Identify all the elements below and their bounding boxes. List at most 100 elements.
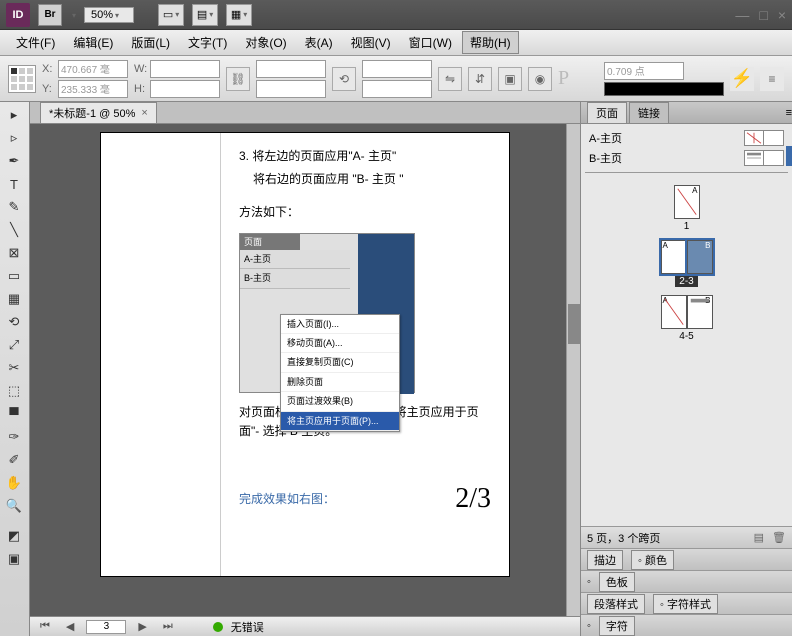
instruction-line2: 将右边的页面应用 "B- 主页 " xyxy=(253,170,491,189)
master-b-label: B-主页 xyxy=(589,150,622,166)
delete-page-icon[interactable]: 🗑 xyxy=(772,531,786,544)
instruction-line1: 将左边的页面应用"A- 主页" xyxy=(252,149,396,163)
scale-tool[interactable]: ⤢ xyxy=(2,334,26,356)
minimize-button[interactable]: — xyxy=(735,7,749,23)
free-transform-tool[interactable]: ⬚ xyxy=(2,380,26,402)
master-a-label: A-主页 xyxy=(589,130,622,146)
app-logo-indesign: ID xyxy=(6,3,30,27)
reference-point[interactable] xyxy=(8,65,36,93)
menu-file[interactable]: 文件(F) xyxy=(8,31,63,54)
select-container-icon[interactable]: ▣ xyxy=(498,67,522,91)
list-number: 3. xyxy=(239,149,249,163)
fill-swatch[interactable] xyxy=(604,82,724,96)
close-button[interactable]: × xyxy=(778,7,786,23)
tab-char-style[interactable]: ◦ 字符样式 xyxy=(653,594,718,614)
pen-tool[interactable]: ✒ xyxy=(2,150,26,172)
context-menu-screenshot: 插入页面(I)... 移动页面(A)... 直接复制页面(C) 删除页面 页面过… xyxy=(280,314,400,432)
direct-selection-tool[interactable]: ▹ xyxy=(2,127,26,149)
quick-apply-icon[interactable]: ⚡ xyxy=(730,67,754,91)
scale-y-input[interactable] xyxy=(256,80,326,98)
menu-layout[interactable]: 版面(L) xyxy=(123,31,178,54)
type-tool[interactable]: T xyxy=(2,173,26,195)
h-input[interactable] xyxy=(150,80,220,98)
master-a-row[interactable]: A-主页 xyxy=(585,128,788,148)
next-page-button[interactable]: ▶ xyxy=(134,620,150,633)
zoom-select[interactable]: 50% xyxy=(84,7,134,23)
menu-view[interactable]: 视图(V) xyxy=(343,31,399,54)
line-tool[interactable]: ╲ xyxy=(2,219,26,241)
canvas[interactable]: 3. 将左边的页面应用"A- 主页" 将右边的页面应用 "B- 主页 " 方法如… xyxy=(30,124,580,616)
embedded-panel-screenshot: 页面 A-主页 B-主页 插入页面(I)... 移动页面(A)... 直接复制页… xyxy=(239,233,415,393)
menu-edit[interactable]: 编辑(E) xyxy=(65,31,121,54)
select-content-icon[interactable]: ◉ xyxy=(528,67,552,91)
window-controls: — □ × xyxy=(735,7,786,23)
page-thumb-2-3[interactable]: A B 2-3 xyxy=(661,240,713,287)
stroke-weight-input[interactable]: 0.709 点 xyxy=(604,62,684,80)
document-tab[interactable]: *未标题-1 @ 50% × xyxy=(40,102,157,124)
master-b-row[interactable]: B-主页 xyxy=(585,148,788,168)
panel-menu-icon[interactable]: ≡ xyxy=(760,67,784,91)
eyedropper-tool[interactable]: ✐ xyxy=(2,449,26,471)
x-input[interactable]: 470.667 毫 xyxy=(58,60,128,78)
workspace-button[interactable]: ▦ xyxy=(226,4,252,26)
tab-character[interactable]: 字符 xyxy=(599,616,635,636)
scale-x-input[interactable] xyxy=(256,60,326,78)
pencil-tool[interactable]: ✎ xyxy=(2,196,26,218)
menu-window[interactable]: 窗口(W) xyxy=(401,31,460,54)
stroke-color-panel[interactable]: 描边 ◦ 颜色 xyxy=(581,548,792,570)
selection-tool[interactable]: ▸ xyxy=(2,104,26,126)
toolbox: ▸ ▹ ✒ T ✎ ╲ ⊠ ▭ ▦ ⟲ ⤢ ✂ ⬚ ▀ ✑ ✐ ✋ 🔍 ◩ ▣ xyxy=(0,102,30,636)
rotate-input[interactable] xyxy=(362,60,432,78)
fill-stroke-swap[interactable]: ◩ xyxy=(2,525,26,547)
menu-type[interactable]: 文字(T) xyxy=(180,31,235,54)
bridge-button[interactable]: Br xyxy=(38,4,62,26)
note-tool[interactable]: ✑ xyxy=(2,426,26,448)
bridge-dropdown[interactable] xyxy=(70,9,76,21)
character-panel[interactable]: ◦字符 xyxy=(581,614,792,636)
menu-table[interactable]: 表(A) xyxy=(297,31,341,54)
y-input[interactable]: 235.333 毫 xyxy=(58,80,128,98)
prev-page-button[interactable]: ◀ xyxy=(62,620,78,633)
rectangle-frame-tool[interactable]: ⊠ xyxy=(2,242,26,264)
first-page-button[interactable]: ⏮ xyxy=(36,620,54,633)
page-number-field[interactable] xyxy=(86,620,126,634)
tab-para-style[interactable]: 段落样式 xyxy=(587,594,645,614)
rotate-icon[interactable]: ⟲ xyxy=(332,67,356,91)
page-thumb-4-5[interactable]: A B 4-5 xyxy=(661,295,713,342)
tab-links[interactable]: 链接 xyxy=(629,102,669,124)
rotate-tool[interactable]: ⟲ xyxy=(2,311,26,333)
menu-help[interactable]: 帮助(H) xyxy=(462,31,519,54)
h-label: H: xyxy=(134,83,148,95)
styles-panel[interactable]: 段落样式 ◦ 字符样式 xyxy=(581,592,792,614)
page-fraction: 2/3 xyxy=(455,477,491,522)
gradient-tool[interactable]: ▀ xyxy=(2,403,26,425)
zoom-tool[interactable]: 🔍 xyxy=(2,495,26,517)
swatches-panel[interactable]: ◦色板 xyxy=(581,570,792,592)
flip-v-icon[interactable]: ⇵ xyxy=(468,67,492,91)
constrain-icon[interactable]: ⛓ xyxy=(226,67,250,91)
tab-stroke[interactable]: 描边 xyxy=(587,550,623,570)
rectangle-tool[interactable]: ▭ xyxy=(2,265,26,287)
arrange-button[interactable]: ▤ xyxy=(192,4,218,26)
tab-swatches[interactable]: 色板 xyxy=(599,572,635,592)
panel-menu-icon[interactable]: ≡ xyxy=(786,107,792,119)
flip-h-icon[interactable]: ⇋ xyxy=(438,67,462,91)
shear-input[interactable] xyxy=(362,80,432,98)
vertical-scrollbar[interactable] xyxy=(566,124,580,616)
table-tool[interactable]: ▦ xyxy=(2,288,26,310)
menu-object[interactable]: 对象(O) xyxy=(237,31,294,54)
page-left[interactable] xyxy=(101,133,221,576)
scissors-tool[interactable]: ✂ xyxy=(2,357,26,379)
view-mode-toggle[interactable]: ▣ xyxy=(2,548,26,570)
tab-pages[interactable]: 页面 xyxy=(587,102,627,124)
new-page-icon[interactable]: ▤ xyxy=(754,531,764,544)
hand-tool[interactable]: ✋ xyxy=(2,472,26,494)
page-thumb-1[interactable]: A 1 xyxy=(674,185,700,232)
page-right[interactable]: 3. 将左边的页面应用"A- 主页" 将右边的页面应用 "B- 主页 " 方法如… xyxy=(221,133,509,576)
w-input[interactable] xyxy=(150,60,220,78)
maximize-button[interactable]: □ xyxy=(759,7,767,23)
screen-mode-button[interactable]: ▭ xyxy=(158,4,184,26)
tab-color[interactable]: ◦ 颜色 xyxy=(631,550,674,570)
document-tab-close[interactable]: × xyxy=(141,107,147,119)
last-page-button[interactable]: ⏭ xyxy=(159,620,177,633)
